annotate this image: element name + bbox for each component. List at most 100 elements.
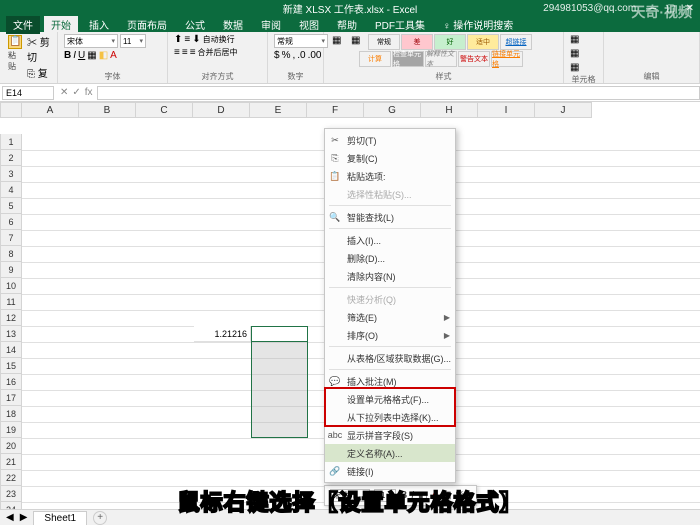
ctx-item-19[interactable]: 从下拉列表中选择(K)... — [325, 408, 455, 426]
tab-pdf[interactable]: PDF工具集 — [368, 15, 432, 34]
row-8[interactable]: 8 — [0, 246, 22, 262]
ctx-item-8[interactable]: 删除(D)... — [325, 249, 455, 267]
col-B[interactable]: B — [79, 102, 136, 118]
ctx-item-7[interactable]: 插入(I)... — [325, 231, 455, 249]
align-center-icon[interactable]: ≡ — [182, 47, 188, 58]
row-5[interactable]: 5 — [0, 198, 22, 214]
style-bad[interactable]: 差 — [401, 34, 433, 50]
paste-button[interactable]: 📋粘贴 — [6, 34, 24, 73]
font-color-button[interactable]: A — [110, 50, 117, 61]
ctx-item-12[interactable]: 筛选(E)▶ — [325, 308, 455, 326]
delete-cells-icon[interactable]: ▦ — [570, 48, 579, 59]
merge-button[interactable]: 合并后居中 — [198, 47, 238, 58]
font-name-select[interactable]: 宋体 — [64, 34, 118, 48]
row-4[interactable]: 4 — [0, 182, 22, 198]
ctx-item-20[interactable]: abc显示拼音字段(S) — [325, 426, 455, 444]
align-top-icon[interactable]: ⬆ — [174, 34, 182, 45]
row-19[interactable]: 19 — [0, 422, 22, 438]
align-bot-icon[interactable]: ⬇ — [192, 34, 200, 45]
copy-button[interactable]: ⎘ 复制 — [27, 65, 51, 84]
name-box[interactable]: E14 — [2, 86, 54, 100]
style-calc[interactable]: 计算 — [359, 51, 391, 67]
row-3[interactable]: 3 — [0, 166, 22, 182]
tab-tell-me[interactable]: ♀ 操作说明搜索 — [436, 15, 520, 34]
style-explain[interactable]: 解释性文本 — [425, 51, 457, 67]
row-7[interactable]: 7 — [0, 230, 22, 246]
row-22[interactable]: 22 — [0, 470, 22, 486]
ctx-item-18[interactable]: 设置单元格格式(F)... — [325, 390, 455, 408]
formula-input[interactable] — [97, 86, 700, 100]
col-A[interactable]: A — [22, 102, 79, 118]
row-9[interactable]: 9 — [0, 262, 22, 278]
tab-file[interactable]: 文件 — [6, 15, 40, 34]
cut-button[interactable]: ✂ 剪切 — [27, 34, 51, 64]
account-label[interactable]: 294981053@qq.com — [543, 3, 636, 14]
percent-icon[interactable]: % — [282, 50, 291, 61]
ctx-item-1[interactable]: ⎘复制(C) — [325, 149, 455, 167]
col-C[interactable]: C — [136, 102, 193, 118]
align-left-icon[interactable]: ≡ — [174, 47, 180, 58]
ctx-item-13[interactable]: 排序(O)▶ — [325, 326, 455, 344]
bold-button[interactable]: B — [64, 50, 71, 61]
row-11[interactable]: 11 — [0, 294, 22, 310]
tab-view[interactable]: 视图 — [292, 15, 326, 34]
wrap-text-button[interactable]: 自动换行 — [203, 34, 235, 45]
row-18[interactable]: 18 — [0, 406, 22, 422]
row-15[interactable]: 15 — [0, 358, 22, 374]
comma-icon[interactable]: , — [292, 50, 295, 61]
row-1[interactable]: 1 — [0, 134, 22, 150]
tab-layout[interactable]: 页面布局 — [120, 15, 174, 34]
tab-insert[interactable]: 插入 — [82, 15, 116, 34]
col-H[interactable]: H — [421, 102, 478, 118]
row-17[interactable]: 17 — [0, 390, 22, 406]
align-right-icon[interactable]: ≡ — [190, 47, 196, 58]
col-I[interactable]: I — [478, 102, 535, 118]
ctx-item-21[interactable]: 定义名称(A)... — [325, 444, 455, 462]
row-16[interactable]: 16 — [0, 374, 22, 390]
col-D[interactable]: D — [193, 102, 250, 118]
cell-D14[interactable]: 1.21216 — [194, 326, 251, 342]
currency-icon[interactable]: $ — [274, 50, 280, 61]
ctx-item-9[interactable]: 清除内容(N) — [325, 267, 455, 285]
format-cells-icon[interactable]: ▦ — [570, 62, 579, 73]
insert-cells-icon[interactable]: ▦ — [570, 34, 579, 45]
col-J[interactable]: J — [535, 102, 592, 118]
table-format-button[interactable]: ▦ — [349, 34, 367, 50]
align-mid-icon[interactable]: ≡ — [184, 34, 190, 45]
tab-data[interactable]: 数据 — [216, 15, 250, 34]
ctx-item-15[interactable]: 从表格/区域获取数据(G)... — [325, 349, 455, 367]
tab-review[interactable]: 审阅 — [254, 15, 288, 34]
cancel-icon[interactable]: ✕ — [60, 87, 68, 98]
italic-button[interactable]: I — [73, 50, 76, 61]
style-linkcell[interactable]: 链接单元格 — [491, 51, 523, 67]
border-button[interactable]: ▦ — [87, 50, 96, 61]
col-E[interactable]: E — [250, 102, 307, 118]
ctx-item-17[interactable]: 💬插入批注(M) — [325, 372, 455, 390]
style-normal[interactable]: 常规 — [368, 34, 400, 50]
row-10[interactable]: 10 — [0, 278, 22, 294]
tab-help[interactable]: 帮助 — [330, 15, 364, 34]
row-13[interactable]: 13 — [0, 326, 22, 342]
ctx-item-2[interactable]: 📋粘贴选项: — [325, 167, 455, 185]
dec-decimal-icon[interactable]: .00 — [308, 50, 322, 61]
row-20[interactable]: 20 — [0, 438, 22, 454]
inc-decimal-icon[interactable]: .0 — [297, 50, 305, 61]
row-12[interactable]: 12 — [0, 310, 22, 326]
enter-icon[interactable]: ✓ — [72, 87, 80, 98]
style-warn[interactable]: 警告文本 — [458, 51, 490, 67]
row-6[interactable]: 6 — [0, 214, 22, 230]
underline-button[interactable]: U — [78, 50, 85, 61]
style-link[interactable]: 超链接 — [500, 34, 532, 50]
fx-icon[interactable]: fx — [85, 87, 93, 98]
style-check[interactable]: 检查单元格 — [392, 51, 424, 67]
row-21[interactable]: 21 — [0, 454, 22, 470]
row-14[interactable]: 14 — [0, 342, 22, 358]
select-all-corner[interactable] — [0, 102, 22, 118]
style-neutral[interactable]: 适中 — [467, 34, 499, 50]
style-good[interactable]: 好 — [434, 34, 466, 50]
cond-format-button[interactable]: ▦ — [330, 34, 348, 50]
tab-formulas[interactable]: 公式 — [178, 15, 212, 34]
number-format-select[interactable]: 常规 — [274, 34, 328, 48]
col-G[interactable]: G — [364, 102, 421, 118]
ctx-item-5[interactable]: 🔍智能查找(L) — [325, 208, 455, 226]
